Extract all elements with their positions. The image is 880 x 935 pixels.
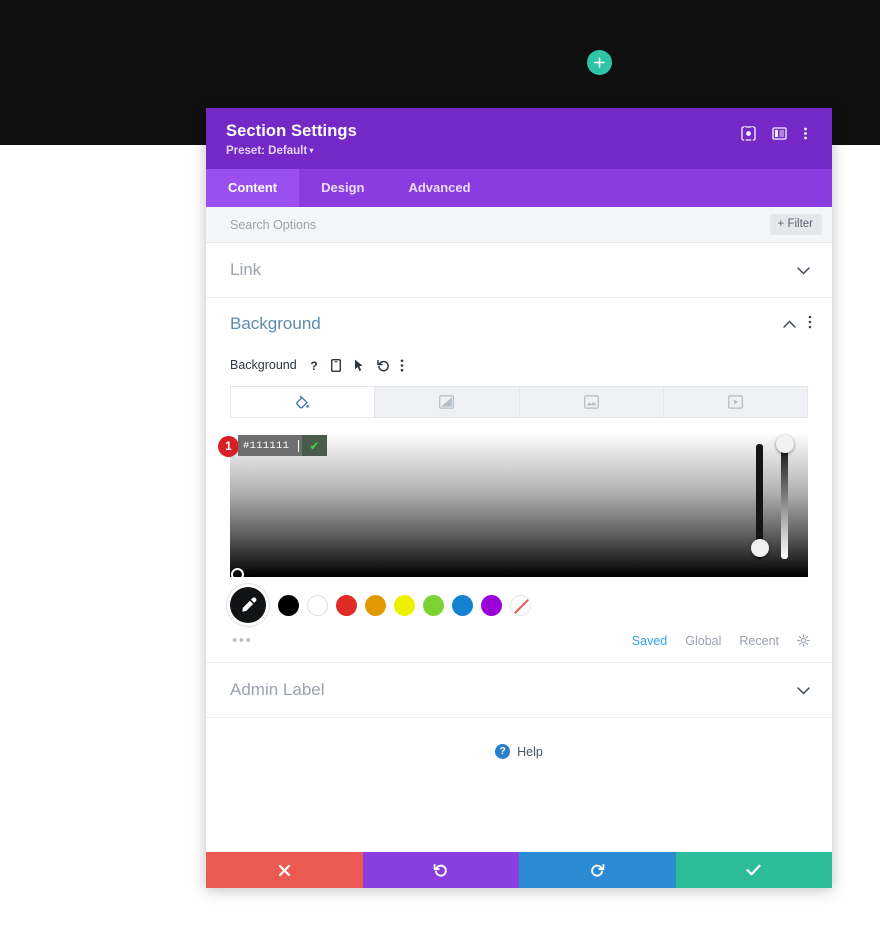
swatch-white[interactable] xyxy=(307,594,328,616)
search-input[interactable] xyxy=(230,217,770,232)
swatch-orange[interactable] xyxy=(365,594,386,616)
preset-label: Preset: Default xyxy=(226,145,308,157)
mobile-device-icon[interactable] xyxy=(330,358,343,372)
background-field-row: Background ? xyxy=(206,350,832,380)
save-button[interactable] xyxy=(675,852,832,888)
tab-design[interactable]: Design xyxy=(299,169,386,207)
step-badge-1: 1 xyxy=(218,436,239,457)
undo-icon xyxy=(433,863,448,877)
reset-undo-icon[interactable] xyxy=(376,359,389,372)
help-button[interactable]: ? Help xyxy=(206,718,832,759)
alpha-slider[interactable] xyxy=(781,444,788,559)
modal-footer xyxy=(206,852,832,888)
page-root: Section Settings Preset: Default ▾ Conte… xyxy=(0,0,880,935)
preset-caret-icon: ▾ xyxy=(307,146,314,155)
tab-advanced[interactable]: Advanced xyxy=(386,169,492,207)
hex-color-input[interactable] xyxy=(238,435,302,456)
more-vertical-icon[interactable] xyxy=(803,126,818,141)
filter-button[interactable]: + Filter xyxy=(769,214,822,235)
swatch-black[interactable] xyxy=(278,594,299,616)
help-label: Help xyxy=(517,744,543,759)
more-options-dots[interactable]: ••• xyxy=(232,633,252,648)
chevron-down-icon xyxy=(797,684,810,697)
chevron-up-icon[interactable] xyxy=(783,315,796,333)
section-background-header[interactable]: Background xyxy=(206,298,832,350)
cancel-button[interactable] xyxy=(206,852,363,888)
background-gradient-tab[interactable] xyxy=(375,387,520,417)
tab-content[interactable]: Content xyxy=(206,169,300,207)
eyedropper-button[interactable] xyxy=(230,587,266,623)
gear-icon[interactable] xyxy=(797,634,810,647)
alpha-slider-handle[interactable] xyxy=(776,435,794,453)
section-background: Background Background ? 1 #111111 ✔ ••• … xyxy=(206,298,832,663)
palette-footer: ••• Saved Global Recent xyxy=(206,623,832,648)
section-admin-label-label: Admin Label xyxy=(230,680,325,699)
palette-tab-recent[interactable]: Recent xyxy=(739,634,779,648)
redo-icon xyxy=(590,863,605,877)
video-icon xyxy=(727,395,743,409)
modal-body: Link Background Background ? 1 #111111 ✔… xyxy=(206,243,832,852)
help-question-icon[interactable]: ? xyxy=(308,359,320,372)
chevron-down-icon xyxy=(797,264,810,277)
swatch-purple[interactable] xyxy=(481,594,502,616)
section-background-actions xyxy=(783,315,812,334)
more-vertical-icon[interactable] xyxy=(808,315,812,334)
color-picker-saturation-area[interactable]: 1 ✔ xyxy=(218,432,808,581)
gradient-icon xyxy=(439,395,455,409)
section-background-title: Background xyxy=(230,314,321,333)
hue-slider-handle[interactable] xyxy=(751,539,769,557)
check-icon xyxy=(746,864,761,876)
section-settings-modal: Section Settings Preset: Default ▾ Conte… xyxy=(206,108,832,888)
modal-header-actions xyxy=(741,126,818,141)
palette-tabs: Saved Global Recent xyxy=(632,634,810,648)
modal-header: Section Settings Preset: Default ▾ xyxy=(206,108,832,169)
preset-selector[interactable]: Preset: Default ▾ xyxy=(226,145,812,157)
swatch-green[interactable] xyxy=(423,594,444,616)
section-link-toggle[interactable]: Link xyxy=(206,243,832,298)
redo-button[interactable] xyxy=(519,852,676,888)
help-question-icon: ? xyxy=(495,744,511,759)
hex-confirm-button[interactable]: ✔ xyxy=(302,435,327,456)
search-bar: + Filter xyxy=(206,207,832,243)
background-image-tab[interactable] xyxy=(520,387,664,417)
saturation-value-cursor[interactable] xyxy=(231,568,244,581)
section-link-label: Link xyxy=(230,260,262,279)
hex-color-field: ✔ xyxy=(238,435,327,456)
eyedropper-icon xyxy=(241,596,256,612)
swatch-yellow[interactable] xyxy=(394,594,415,616)
close-x-icon xyxy=(278,864,290,876)
svg-text:?: ? xyxy=(310,359,317,372)
swatch-blue[interactable] xyxy=(452,594,473,616)
cursor-pointer-icon[interactable] xyxy=(354,359,366,372)
palette-tab-global[interactable]: Global xyxy=(685,634,721,648)
layout-panel-icon[interactable] xyxy=(772,126,787,141)
background-type-tabs xyxy=(230,386,808,418)
color-swatch-row xyxy=(206,577,832,623)
section-admin-label-toggle[interactable]: Admin Label xyxy=(206,663,832,718)
background-video-tab[interactable] xyxy=(664,387,807,417)
more-vertical-icon[interactable] xyxy=(400,359,412,372)
plus-icon xyxy=(594,57,605,68)
modal-title: Section Settings xyxy=(226,122,357,140)
image-icon xyxy=(583,395,599,409)
add-section-button[interactable] xyxy=(587,50,612,75)
swatch-red[interactable] xyxy=(336,594,357,616)
palette-tab-saved[interactable]: Saved xyxy=(632,634,667,648)
swatch-transparent[interactable] xyxy=(510,594,531,616)
background-color-tab[interactable] xyxy=(231,387,376,417)
text-cursor xyxy=(298,439,299,452)
paint-bucket-icon xyxy=(296,395,309,408)
focus-target-icon[interactable] xyxy=(741,126,756,141)
modal-tabs: Content Design Advanced xyxy=(206,169,832,207)
undo-button[interactable] xyxy=(362,852,519,888)
background-field-label: Background xyxy=(230,358,297,372)
